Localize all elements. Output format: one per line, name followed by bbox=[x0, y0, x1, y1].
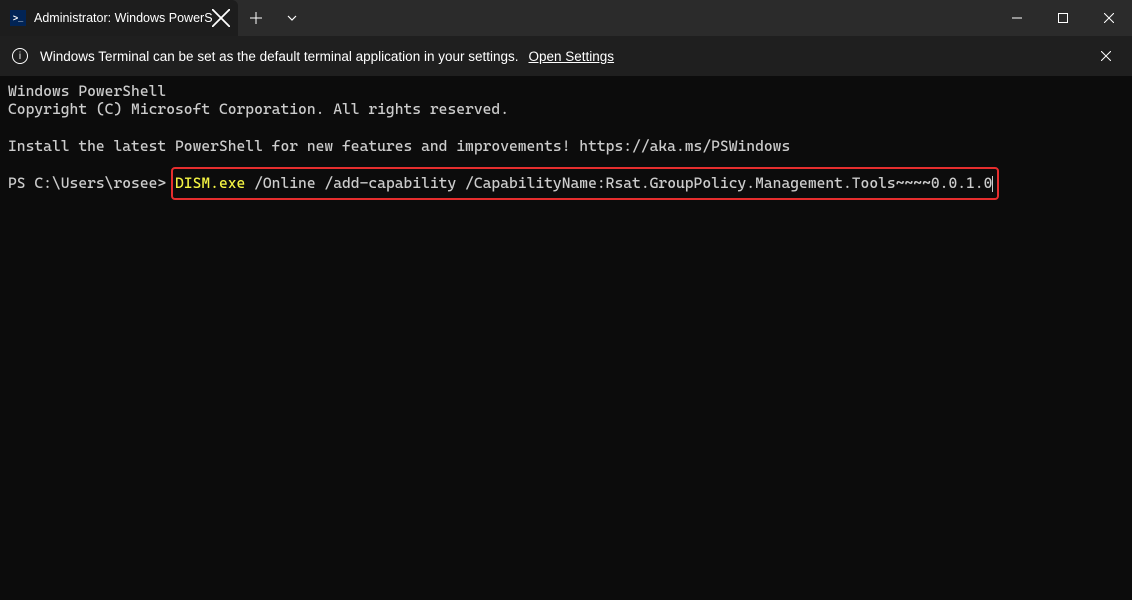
prompt: PS C:\Users\rosee> bbox=[8, 174, 175, 192]
close-button[interactable] bbox=[1086, 0, 1132, 36]
titlebar-drag-area[interactable] bbox=[310, 0, 994, 36]
tab-close-button[interactable] bbox=[212, 9, 230, 27]
terminal-line: Install the latest PowerShell for new fe… bbox=[8, 137, 790, 155]
command-input[interactable]: DISM.exe /Online /add-capability /Capabi… bbox=[175, 174, 993, 192]
tab-controls bbox=[238, 0, 310, 36]
infobar-close-button[interactable] bbox=[1092, 42, 1120, 70]
powershell-icon: >_ bbox=[10, 10, 26, 26]
terminal-line: Copyright (C) Microsoft Corporation. All… bbox=[8, 100, 509, 118]
info-icon: i bbox=[12, 48, 28, 64]
tab-powershell[interactable]: >_ Administrator: Windows PowerS bbox=[0, 0, 238, 36]
terminal-line: Windows PowerShell bbox=[8, 82, 166, 100]
command-args: /Online /add-capability /CapabilityName:… bbox=[245, 174, 992, 192]
info-bar: i Windows Terminal can be set as the def… bbox=[0, 36, 1132, 76]
open-settings-link[interactable]: Open Settings bbox=[529, 49, 615, 64]
info-message: Windows Terminal can be set as the defau… bbox=[40, 49, 519, 64]
tab-dropdown-button[interactable] bbox=[274, 0, 310, 36]
cursor bbox=[992, 176, 993, 192]
command-exe: DISM.exe bbox=[175, 174, 245, 192]
titlebar: >_ Administrator: Windows PowerS bbox=[0, 0, 1132, 36]
maximize-button[interactable] bbox=[1040, 0, 1086, 36]
new-tab-button[interactable] bbox=[238, 0, 274, 36]
minimize-button[interactable] bbox=[994, 0, 1040, 36]
window-controls bbox=[994, 0, 1132, 36]
terminal-output[interactable]: Windows PowerShell Copyright (C) Microso… bbox=[0, 76, 1132, 198]
tab-title: Administrator: Windows PowerS bbox=[34, 11, 212, 25]
